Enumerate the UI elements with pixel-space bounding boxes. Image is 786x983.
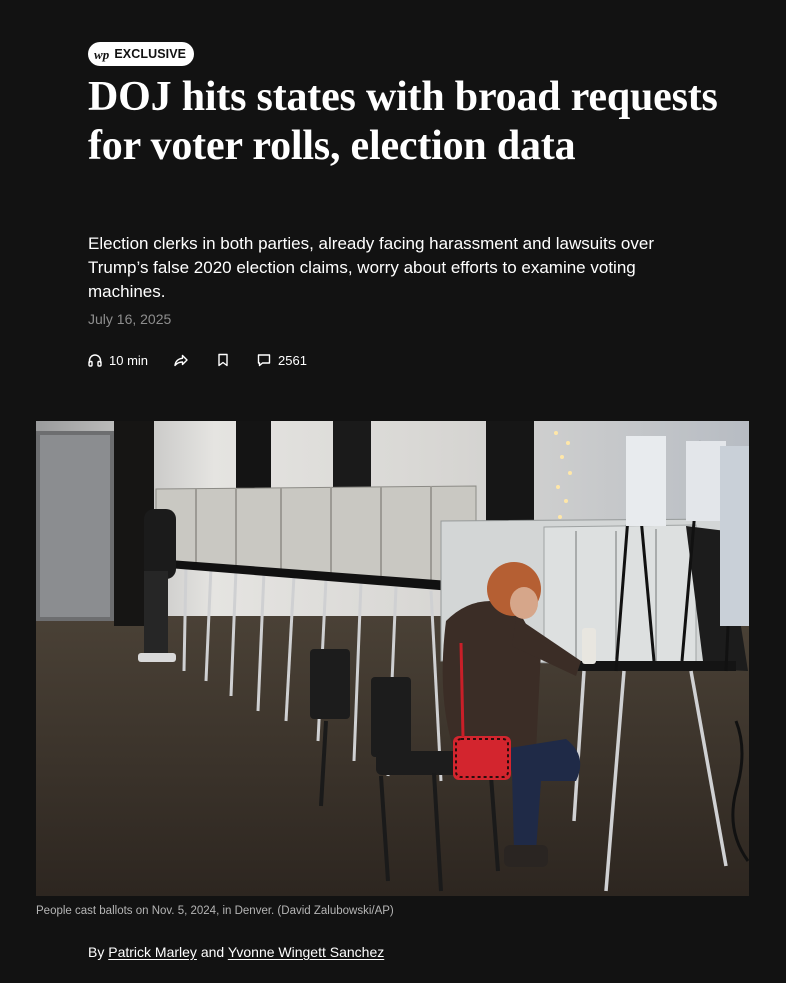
- share-button[interactable]: [173, 352, 189, 368]
- listen-button[interactable]: 10 min: [87, 352, 148, 368]
- bookmark-icon: [215, 352, 231, 368]
- headphones-icon: [87, 352, 103, 368]
- article-page: wp EXCLUSIVE DOJ hits states with broad …: [0, 0, 786, 983]
- byline-prefix: By: [88, 944, 105, 960]
- comments-button[interactable]: 2561: [256, 352, 307, 368]
- article-actions: 10 min 2561: [87, 349, 307, 371]
- listen-duration: 10 min: [109, 352, 149, 368]
- exclusive-label: EXCLUSIVE: [114, 47, 187, 61]
- share-icon: [173, 352, 189, 368]
- save-button[interactable]: [215, 352, 231, 368]
- author-link-yvonne-wingett-sanchez[interactable]: Yvonne Wingett Sanchez: [228, 944, 384, 960]
- voting-booths-photo: [36, 421, 749, 896]
- byline-conjunction: and: [200, 944, 225, 960]
- byline: By Patrick Marley and Yvonne Wingett San…: [88, 944, 384, 960]
- comment-count: 2561: [278, 352, 307, 368]
- comment-icon: [256, 352, 272, 368]
- wp-logo-icon: wp: [94, 46, 110, 62]
- dek-subheadline: Election clerks in both parties, already…: [88, 234, 655, 301]
- publish-date: July 16, 2025: [88, 311, 172, 327]
- author-link-patrick-marley[interactable]: Patrick Marley: [108, 944, 197, 960]
- lead-photo[interactable]: [36, 421, 749, 896]
- photo-caption: People cast ballots on Nov. 5, 2024, in …: [36, 905, 394, 917]
- exclusive-badge: wp EXCLUSIVE: [88, 42, 195, 66]
- headline: DOJ hits states with broad requests for …: [88, 74, 718, 169]
